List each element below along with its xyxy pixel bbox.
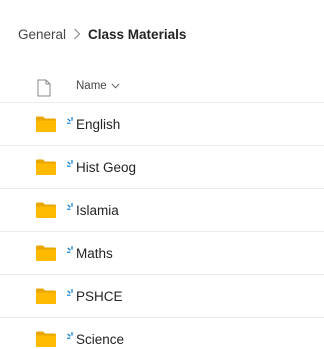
folder-icon: [36, 202, 56, 218]
name-column-header[interactable]: Name: [76, 80, 120, 92]
folder-name: English: [76, 117, 121, 132]
list-item-pshce[interactable]: PSHCE: [0, 274, 324, 317]
name-column-label: Name: [76, 80, 107, 92]
document-icon[interactable]: [37, 79, 51, 97]
chevron-right-icon: [73, 28, 81, 40]
list-item-english[interactable]: English: [0, 102, 324, 145]
breadcrumb: General Class Materials: [18, 24, 186, 44]
list-item-maths[interactable]: Maths: [0, 231, 324, 274]
folder-icon: [36, 159, 56, 175]
folder-icon: [36, 245, 56, 261]
folder-name: Maths: [76, 246, 113, 261]
folder-icon: [36, 116, 56, 132]
file-browser: General Class Materials Name English His…: [0, 0, 324, 349]
folder-list: English Hist Geog Islamia Maths PSHCE Sc…: [0, 102, 324, 349]
folder-name: PSHCE: [76, 289, 123, 304]
folder-name: Hist Geog: [76, 160, 137, 175]
chevron-down-icon: [111, 80, 120, 92]
folder-name: Islamia: [76, 203, 119, 218]
list-header: Name: [0, 76, 324, 102]
list-item-islamia[interactable]: Islamia: [0, 188, 324, 231]
breadcrumb-item-general[interactable]: General: [18, 27, 66, 42]
list-item-hist-geog[interactable]: Hist Geog: [0, 145, 324, 188]
folder-name: Science: [76, 332, 125, 347]
list-item-science[interactable]: Science: [0, 317, 324, 349]
folder-icon: [36, 288, 56, 304]
breadcrumb-item-current: Class Materials: [88, 26, 187, 42]
folder-icon: [36, 331, 56, 347]
